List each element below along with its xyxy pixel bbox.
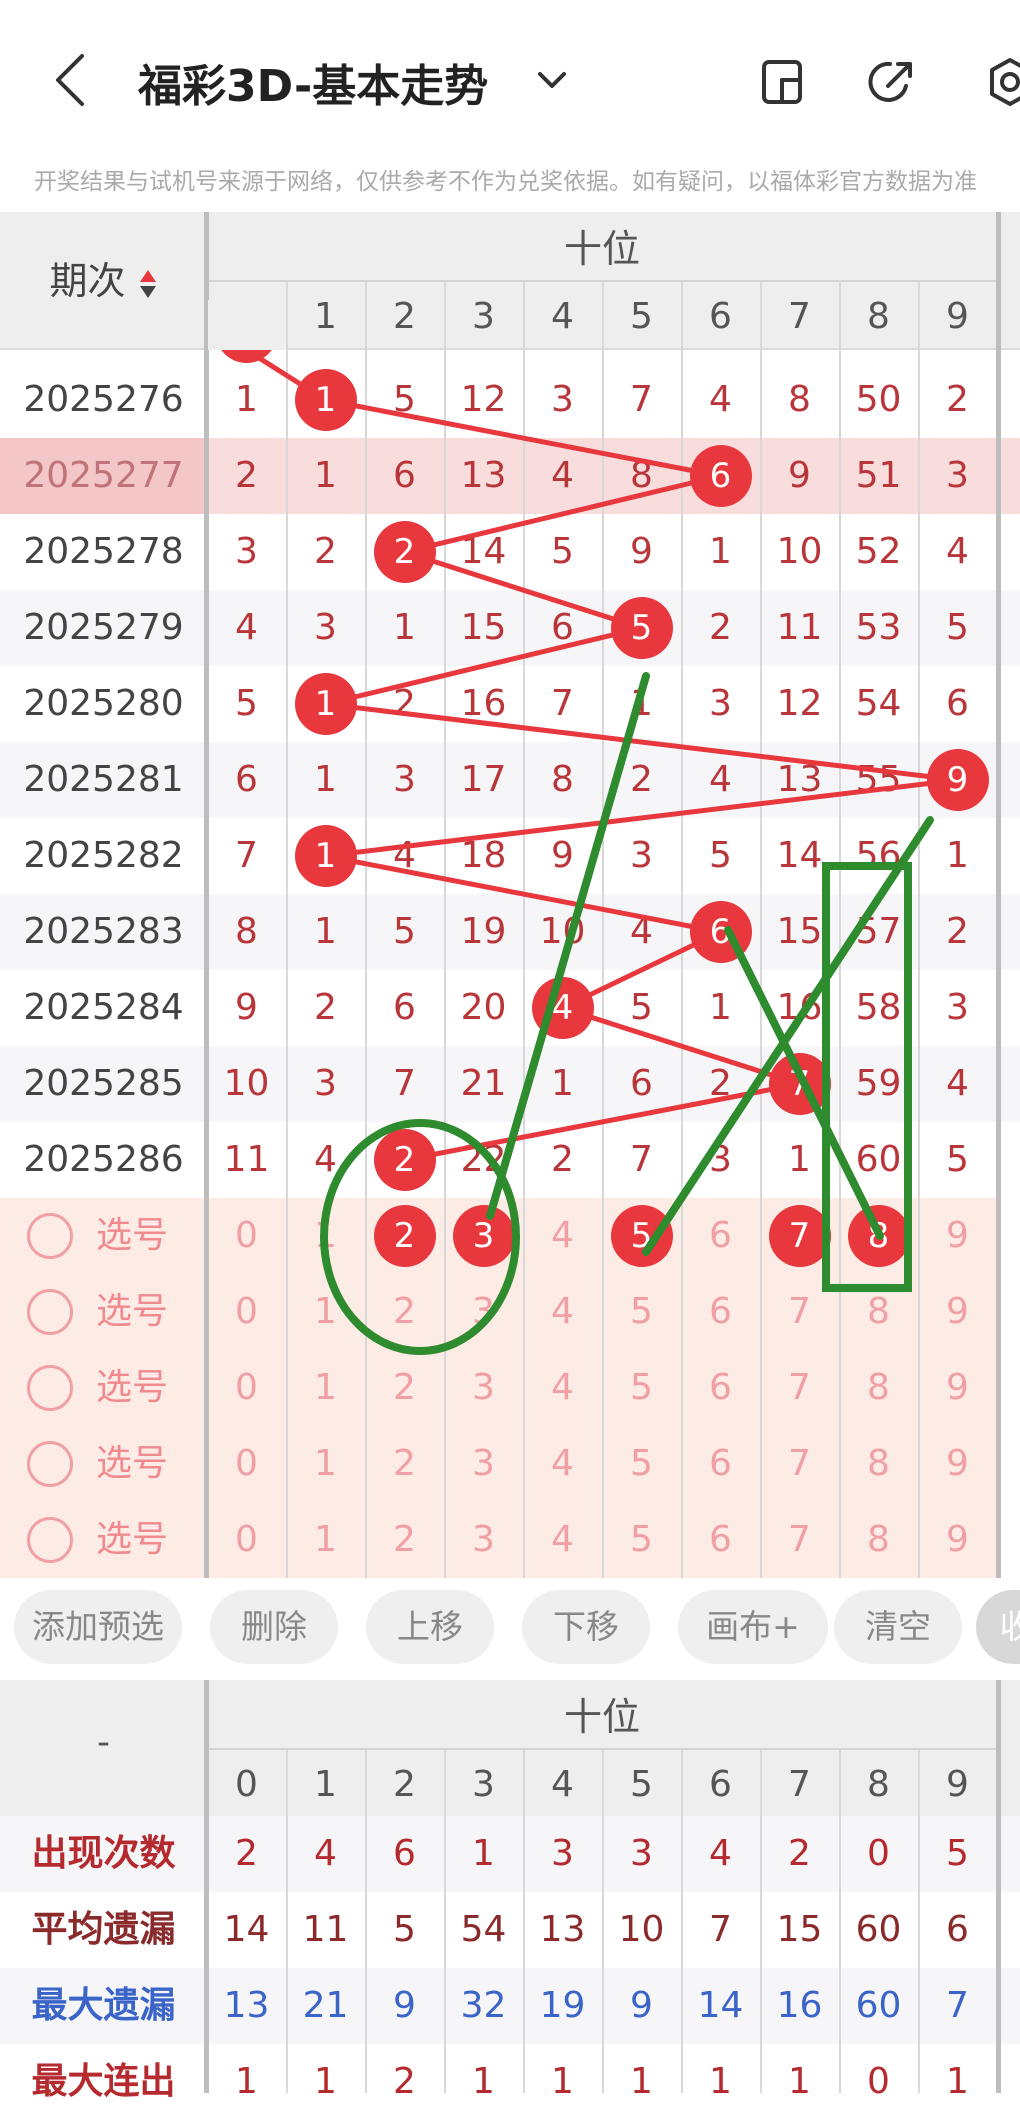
- stats-value: 32: [460, 1985, 507, 2026]
- stats-digit-header: 5: [630, 1764, 653, 1805]
- stats-digit-header: 4: [551, 1764, 574, 1805]
- stats-value: 1: [709, 2061, 732, 2102]
- annotation-box: [822, 862, 912, 1292]
- stats-row-label: 平均遗漏: [31, 1909, 176, 1950]
- stats-value: 2: [393, 2061, 416, 2102]
- annotation-circle: [320, 1119, 520, 1355]
- stats-row-label: 最大连出: [31, 2061, 176, 2102]
- stats-value: 13: [539, 1909, 586, 1950]
- stats-value: 0: [867, 2061, 890, 2102]
- stats-value: 16: [776, 1985, 823, 2026]
- stats-value: 7: [946, 1985, 969, 2026]
- stats-value: 1: [235, 2061, 258, 2102]
- action-button[interactable]: 清空: [834, 1590, 962, 1664]
- stats-value: 7: [709, 1909, 732, 1950]
- stats-digit-header: 2: [393, 1764, 416, 1805]
- stats-digit-header: 6: [709, 1764, 732, 1805]
- stats-digit-header: 9: [946, 1764, 969, 1805]
- stats-value: 1: [551, 2061, 574, 2102]
- stats-value: 5: [946, 1833, 969, 1874]
- stats-value: 1: [472, 1833, 495, 1874]
- stats-group-label-tens: 十位: [563, 1695, 640, 1739]
- stats-digit-header: 1: [314, 1764, 337, 1805]
- stats-value: 60: [855, 1985, 902, 2026]
- stats-value: 14: [223, 1909, 270, 1950]
- stats-value: 19: [539, 1985, 586, 2026]
- stats-value: 21: [302, 1985, 349, 2026]
- stats-corner: -: [97, 1722, 110, 1763]
- stats-value: 2: [235, 1833, 258, 1874]
- stats-value: 9: [393, 1985, 416, 2026]
- stats-value: 10: [618, 1909, 665, 1950]
- action-button[interactable]: 画布+: [678, 1590, 828, 1664]
- stats-value: 6: [393, 1833, 416, 1874]
- stats-value: 3: [630, 1833, 653, 1874]
- action-button[interactable]: 上移: [366, 1590, 494, 1664]
- stats-row-label: 最大遗漏: [31, 1985, 176, 2026]
- action-button[interactable]: 添加预选: [14, 1590, 182, 1664]
- annotation-line-1: [486, 672, 650, 1220]
- stats-value: 6: [946, 1909, 969, 1950]
- stats-value: 15: [776, 1909, 823, 1950]
- action-button[interactable]: 下移: [522, 1590, 650, 1664]
- stats-digit-header: 3: [472, 1764, 495, 1805]
- stats-value: 1: [946, 2061, 969, 2102]
- stats-value: 13: [223, 1985, 270, 2026]
- stats-value: 60: [855, 1909, 902, 1950]
- stats-value: 54: [460, 1909, 507, 1950]
- stats-value: 4: [314, 1833, 337, 1874]
- action-button[interactable]: 收: [976, 1590, 1020, 1664]
- stats-digit-header: 0: [235, 1764, 258, 1805]
- annotation-line-3: [724, 926, 884, 1240]
- action-button[interactable]: 删除: [210, 1590, 338, 1664]
- stats-value: 1: [472, 2061, 495, 2102]
- annotation-line-2: [642, 816, 934, 1256]
- stats-value: 5: [393, 1909, 416, 1950]
- stats-digit-header: 7: [788, 1764, 811, 1805]
- stats-value: 4: [709, 1833, 732, 1874]
- stats-value: 9: [630, 1985, 653, 2026]
- stats-value: 0: [867, 1833, 890, 1874]
- stats-value: 3: [551, 1833, 574, 1874]
- stats-row-label: 出现次数: [31, 1833, 176, 1874]
- annotation-overlay: [320, 672, 934, 1355]
- stats-value: 1: [314, 2061, 337, 2102]
- stats-value: 14: [697, 1985, 744, 2026]
- stats-value: 1: [630, 2061, 653, 2102]
- stats-digit-header: 8: [867, 1764, 890, 1805]
- stats-value: 1: [788, 2061, 811, 2102]
- stats-value: 2: [788, 1833, 811, 1874]
- stats-value: 11: [302, 1909, 349, 1950]
